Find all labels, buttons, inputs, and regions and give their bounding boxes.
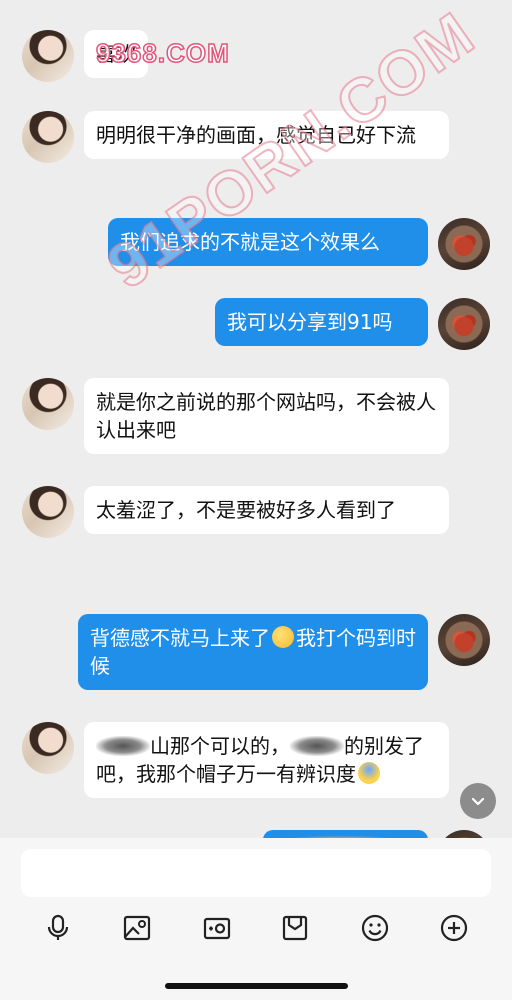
emoji-icon — [361, 914, 389, 942]
scroll-down-button[interactable] — [460, 783, 496, 819]
message-bubble[interactable]: 背德感不就马上来了 我打个码到时候 — [78, 614, 428, 690]
camera-icon — [203, 917, 231, 940]
watermark-text: 9368.COM — [95, 37, 230, 69]
message-bubble[interactable]: 山那个可以的， 的别发了吧，我那个帽子万一有辨识度 — [84, 722, 449, 798]
image-icon — [123, 915, 151, 941]
message-text: 山那个可以的， — [150, 734, 290, 758]
my-avatar[interactable] — [438, 830, 490, 838]
message-input[interactable] — [21, 849, 491, 897]
plus-button[interactable] — [432, 906, 476, 950]
home-indicator[interactable] — [165, 983, 348, 989]
chevron-down-icon — [471, 797, 485, 806]
plus-icon — [440, 914, 468, 942]
message-bubble[interactable]: 就是你之前说的那个网站吗，不会被人认出来吧 — [84, 378, 449, 454]
smirking-face-icon — [272, 626, 294, 648]
message-text: 背德感不就马上来了 — [90, 626, 270, 650]
folder-button[interactable] — [273, 906, 317, 950]
my-avatar[interactable] — [438, 298, 490, 350]
microphone-icon — [47, 914, 69, 940]
voice-button[interactable] — [36, 906, 80, 950]
message-bubble[interactable]: 我可以分享到91吗 — [215, 298, 428, 346]
message-text: 我可以分享到91吗 — [227, 310, 393, 334]
redacted-blur — [96, 736, 150, 756]
my-avatar[interactable] — [438, 218, 490, 270]
message-bubble[interactable]: 太羞涩了，不是要被好多人看到了 — [84, 486, 449, 534]
redacted-blur — [290, 736, 344, 756]
contact-avatar[interactable] — [22, 722, 74, 774]
message-bubble[interactable] — [263, 830, 428, 838]
message-text: 太羞涩了，不是要被好多人看到了 — [96, 498, 396, 522]
camera-button[interactable] — [195, 906, 239, 950]
contact-avatar[interactable] — [22, 378, 74, 430]
chat-area[interactable]: 喜欢 明明很干净的画面，感觉自己好下流 我们追求的不就是这个效果么 我可以分享到… — [0, 0, 512, 838]
screaming-face-icon — [358, 762, 380, 784]
contact-avatar[interactable] — [22, 30, 74, 82]
emoji-button[interactable] — [353, 906, 397, 950]
folder-icon — [282, 915, 308, 941]
my-avatar[interactable] — [438, 614, 490, 666]
contact-avatar[interactable] — [22, 486, 74, 538]
composer-toolbar — [0, 906, 512, 950]
message-text: 就是你之前说的那个网站吗，不会被人认出来吧 — [96, 390, 436, 442]
photo-button[interactable] — [115, 906, 159, 950]
contact-avatar[interactable] — [22, 111, 74, 163]
